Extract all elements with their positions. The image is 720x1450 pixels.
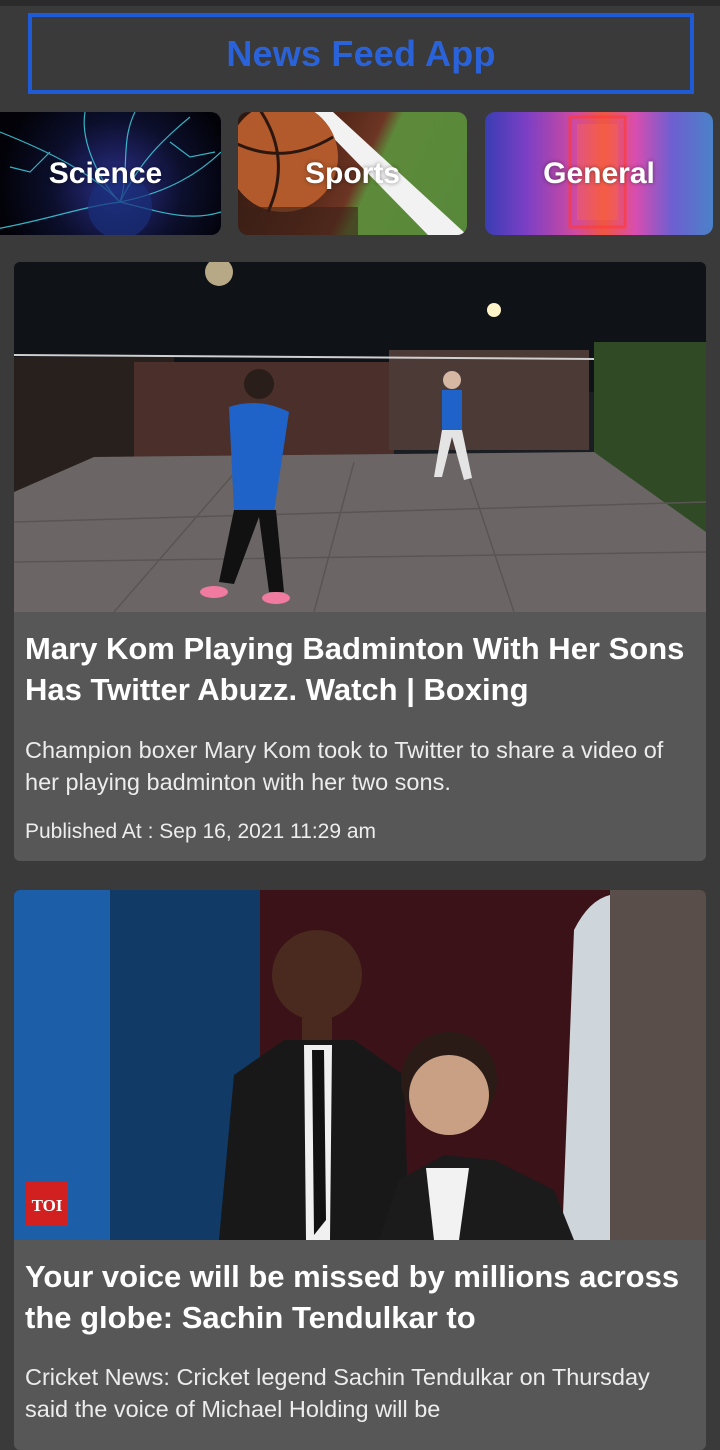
article-published-date: Published At : Sep 16, 2021 11:29 am (25, 820, 377, 843)
article-description: Cricket News: Cricket legend Sachin Tend… (25, 1364, 650, 1422)
badminton-photo (14, 262, 706, 612)
category-label: General (543, 156, 655, 190)
article-image (14, 262, 706, 612)
app-title: News Feed App (226, 32, 496, 74)
article-title[interactable]: Your voice will be missed by millions ac… (25, 1256, 695, 1338)
news-card[interactable]: TOI Your voice will be missed by million… (14, 890, 706, 1450)
app-header: News Feed App (28, 13, 694, 94)
article-description: Champion boxer Mary Kom took to Twitter … (25, 737, 664, 795)
toi-badge: TOI (32, 1196, 63, 1215)
status-bar-strip (0, 0, 720, 6)
category-general[interactable]: General (485, 112, 713, 235)
news-card[interactable]: Mary Kom Playing Badminton With Her Sons… (14, 262, 706, 861)
category-label: Sports (304, 156, 400, 190)
tendulkar-holding-photo: TOI (14, 890, 706, 1240)
category-label: Science (48, 156, 163, 190)
category-science[interactable]: Science (0, 112, 221, 235)
article-title[interactable]: Mary Kom Playing Badminton With Her Sons… (25, 628, 695, 710)
category-sports[interactable]: Sports (238, 112, 467, 235)
article-image: TOI (14, 890, 706, 1240)
